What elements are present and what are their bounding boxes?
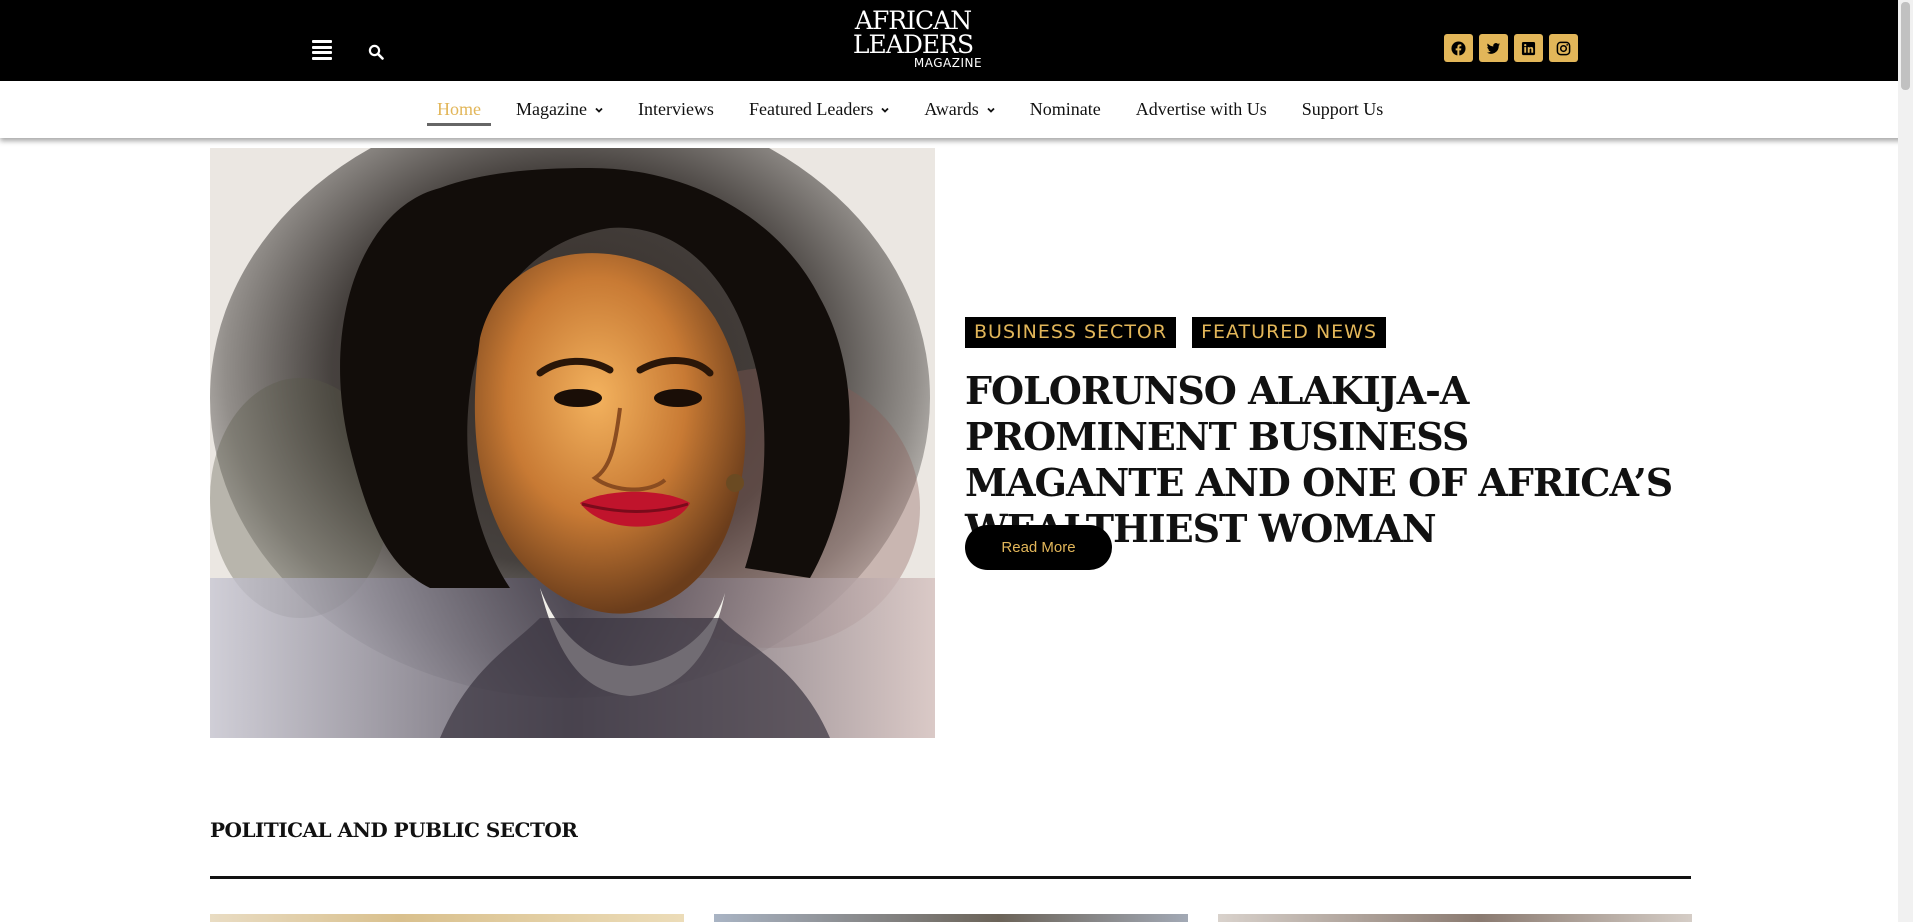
social-links [1444, 34, 1578, 62]
read-more-button[interactable]: Read More [965, 525, 1112, 570]
search-icon[interactable] [368, 44, 384, 60]
nav-item-magazine[interactable]: Magazine [506, 81, 613, 138]
logo-line-3: MAGAZINE [913, 56, 983, 70]
article-thumbnail[interactable] [714, 914, 1188, 922]
scrollbar-thumb[interactable] [1901, 2, 1910, 90]
nav-label: Featured Leaders [748, 99, 874, 119]
nav-label: Nominate [1029, 99, 1101, 119]
hamburger-menu-icon[interactable] [312, 40, 332, 60]
chevron-down-icon [881, 107, 890, 113]
nav-label: Support Us [1301, 99, 1384, 119]
article-thumbnail[interactable] [1218, 914, 1692, 922]
instagram-icon[interactable] [1549, 34, 1578, 62]
nav-item-advertise[interactable]: Advertise with Us [1126, 81, 1277, 138]
top-bar: AFRICAN LEADERS MAGAZINE [0, 0, 1913, 81]
page-scrollbar[interactable] [1898, 0, 1913, 922]
logo-line-2: LEADERS [852, 30, 974, 59]
nav-label: Advertise with Us [1135, 99, 1267, 119]
nav-label: Home [437, 99, 481, 119]
facebook-icon[interactable] [1444, 34, 1473, 62]
nav-item-nominate[interactable]: Nominate [1020, 81, 1111, 138]
hero-tags: BUSINESS SECTOR FEATURED NEWS [965, 317, 1387, 348]
nav-label: Interviews [637, 99, 714, 119]
section-title: POLITICAL AND PUBLIC SECTOR [210, 818, 578, 842]
section-divider [210, 876, 1691, 879]
nav-item-awards[interactable]: Awards [914, 81, 1004, 138]
hero-image[interactable] [210, 148, 935, 738]
twitter-icon[interactable] [1479, 34, 1508, 62]
nav-item-interviews[interactable]: Interviews [628, 81, 724, 138]
nav-label: Magazine [516, 99, 587, 119]
tag-featured-news[interactable]: FEATURED NEWS [1192, 317, 1387, 348]
nav-item-featured-leaders[interactable]: Featured Leaders [739, 81, 899, 138]
portrait-illustration [210, 148, 935, 738]
site-logo[interactable]: AFRICAN LEADERS MAGAZINE [838, 8, 988, 70]
nav-label: Awards [924, 99, 979, 119]
linkedin-icon[interactable] [1514, 34, 1543, 62]
chevron-down-icon [595, 107, 603, 113]
main-navigation: Home Magazine Interviews Featured Leader… [0, 81, 1913, 138]
nav-item-home[interactable]: Home [427, 81, 491, 138]
article-thumbnail[interactable] [210, 914, 684, 922]
nav-item-support-us[interactable]: Support Us [1292, 81, 1394, 138]
chevron-down-icon [987, 107, 995, 113]
tag-business-sector[interactable]: BUSINESS SECTOR [965, 317, 1177, 348]
